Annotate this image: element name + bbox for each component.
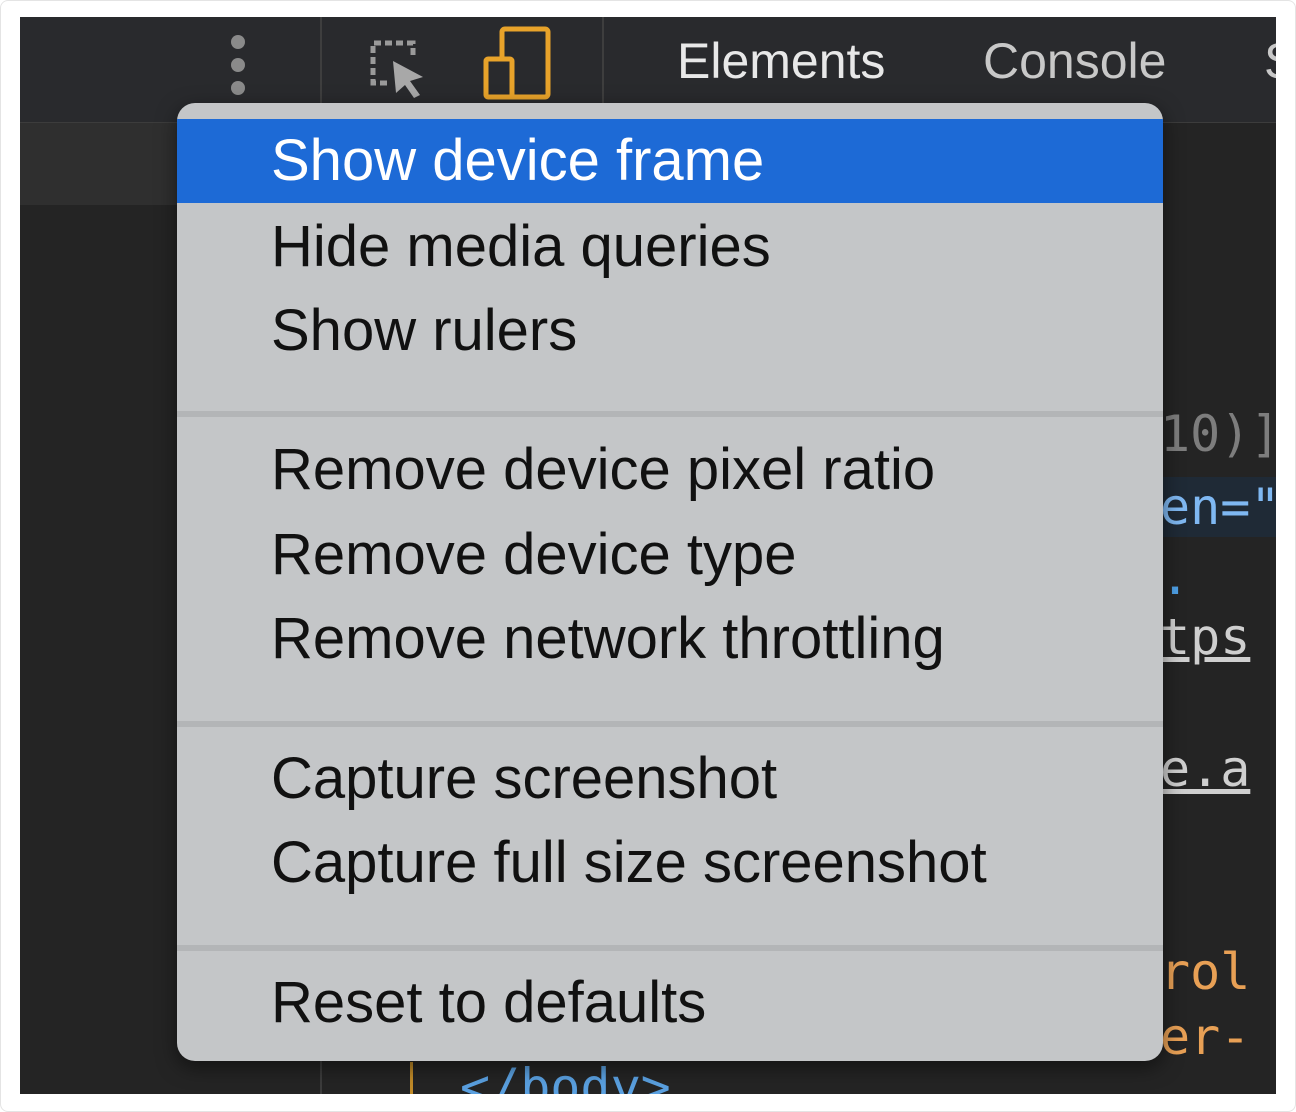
tab-console[interactable]: Console <box>983 31 1166 91</box>
device-toolbar-icon[interactable] <box>482 25 554 105</box>
code-fragment: rol <box>1160 943 1251 1001</box>
menu-item-capture-screenshot[interactable]: Capture screenshot <box>177 737 1163 821</box>
secondary-toolbar <box>20 123 180 205</box>
menu-item-show-device-frame[interactable]: Show device frame <box>177 119 1163 203</box>
menu-item-label: Show device frame <box>271 128 765 193</box>
code-fragment: en=" <box>1160 477 1276 537</box>
menu-item-label: Reset to defaults <box>271 970 707 1035</box>
devtools-window: Elements Console S 10)] en=" . tps e.a r… <box>20 17 1276 1094</box>
code-link-fragment[interactable]: e.a <box>1160 739 1250 799</box>
device-options-menu: Show device frame Hide media queries Sho… <box>177 103 1163 1061</box>
indent-guide <box>410 1062 413 1094</box>
tab-sources[interactable]: S <box>1264 31 1276 91</box>
menu-separator <box>177 721 1163 727</box>
inspect-element-icon[interactable] <box>365 35 429 99</box>
menu-item-label: Remove device type <box>271 522 797 587</box>
code-fragment: 10)] <box>1160 405 1276 463</box>
more-options-icon[interactable] <box>228 35 248 95</box>
menu-item-reset-to-defaults[interactable]: Reset to defaults <box>177 961 1163 1045</box>
menu-item-capture-full-size-screenshot[interactable]: Capture full size screenshot <box>177 821 1163 905</box>
menu-item-label: Capture screenshot <box>271 746 778 811</box>
menu-item-remove-device-pixel-ratio[interactable]: Remove device pixel ratio <box>177 428 1163 512</box>
menu-item-label: Capture full size screenshot <box>271 830 987 895</box>
code-link-fragment[interactable]: tps <box>1160 607 1250 667</box>
menu-item-label: Show rulers <box>271 298 578 363</box>
menu-item-hide-media-queries[interactable]: Hide media queries <box>177 205 1163 289</box>
code-fragment: . <box>1160 548 1191 606</box>
menu-separator <box>177 945 1163 951</box>
screenshot-frame: Elements Console S 10)] en=" . tps e.a r… <box>0 0 1296 1112</box>
menu-item-show-rulers[interactable]: Show rulers <box>177 289 1163 373</box>
menu-item-remove-network-throttling[interactable]: Remove network throttling <box>177 597 1163 681</box>
code-fragment: </body> <box>460 1058 671 1094</box>
menu-item-label: Remove network throttling <box>271 606 945 671</box>
menu-item-label: Remove device pixel ratio <box>271 437 936 502</box>
menu-item-remove-device-type[interactable]: Remove device type <box>177 513 1163 597</box>
menu-item-label: Hide media queries <box>271 214 771 279</box>
code-fragment: er- <box>1160 1008 1251 1066</box>
tab-elements[interactable]: Elements <box>677 31 885 91</box>
menu-separator <box>177 411 1163 417</box>
